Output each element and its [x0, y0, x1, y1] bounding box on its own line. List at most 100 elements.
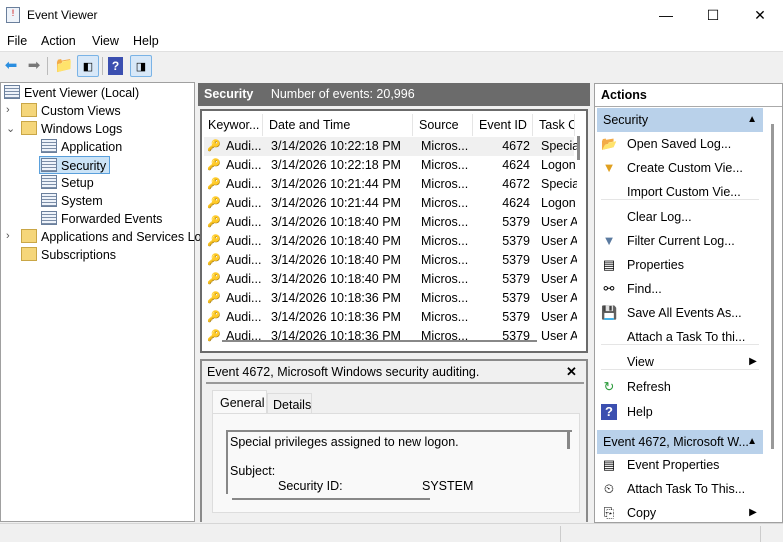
column-header-keywords[interactable]: Keywor...	[202, 114, 263, 136]
tree-item-windows-logs[interactable]: Windows Logs	[21, 120, 122, 138]
actions-header: Actions	[601, 88, 647, 102]
back-icon[interactable]: ⬅	[0, 55, 22, 77]
cell: 5379	[502, 253, 530, 267]
horizontal-scrollbar[interactable]	[222, 340, 537, 342]
cell: Micros...	[421, 139, 469, 153]
up-folder-icon[interactable]: 📁	[53, 55, 75, 77]
actions-pane: Actions Security ▲ Open Saved Log... 📂 Crea…	[594, 83, 783, 523]
vertical-scrollbar[interactable]	[577, 136, 580, 160]
collapse-icon[interactable]: ▲	[747, 430, 757, 454]
expand-chevron-icon[interactable]: ›	[6, 104, 10, 116]
action-item[interactable]: Clear Log...	[627, 207, 692, 227]
minimize-button[interactable]: —	[643, 0, 689, 30]
show-hide-actions-icon[interactable]: ◨	[130, 55, 152, 77]
forward-icon[interactable]: ➡	[23, 55, 45, 77]
tree-item-root[interactable]: Event Viewer (Local)	[4, 84, 139, 102]
cell: Audi...	[226, 215, 262, 229]
action-item[interactable]: Refresh	[627, 377, 671, 397]
action-item[interactable]: Create Custom Vie...	[627, 158, 743, 178]
cell: 3/14/2026 10:22:18 PM	[271, 139, 401, 153]
cell: Audi...	[226, 234, 262, 248]
menu-action[interactable]: Action	[41, 34, 76, 48]
tree-item-application[interactable]: Application	[41, 138, 122, 156]
table-row[interactable]: 🔑 Audi... 3/14/2026 10:22:18 PM Micros... 46…	[204, 156, 576, 175]
collapse-chevron-icon[interactable]: ⌄	[6, 122, 15, 135]
console-tree: Event Viewer (Local) Custom Views › Wind…	[0, 82, 202, 522]
collapse-icon[interactable]: ▲	[747, 108, 757, 132]
properties-icon: ▤	[602, 257, 616, 272]
cell: 5379	[502, 234, 530, 248]
tree-item-forwarded-events[interactable]: Forwarded Events	[41, 210, 162, 228]
detail-title: Event 4672, Microsoft Windows security a…	[207, 365, 480, 379]
cell: Micros...	[421, 215, 469, 229]
table-row[interactable]: 🔑 Audi... 3/14/2026 10:18:40 PM Micros... 53…	[204, 213, 577, 232]
title-bar: ! Event Viewer — ☐ ✕	[0, 0, 783, 30]
menu-help[interactable]: Help	[133, 34, 159, 48]
close-detail-icon[interactable]: ✕	[566, 364, 577, 380]
vertical-scrollbar[interactable]	[771, 124, 774, 449]
event-properties-icon: ▤	[602, 457, 616, 472]
tab-details[interactable]: Details	[267, 393, 312, 414]
table-row[interactable]: 🔑 Audi... 3/14/2026 10:18:36 PM Micros... 53…	[204, 289, 577, 308]
cell: Audi...	[226, 158, 262, 172]
action-item[interactable]: Attach Task To This...	[627, 479, 745, 499]
separator	[601, 199, 759, 200]
tree-item-custom-views[interactable]: Custom Views	[21, 102, 121, 120]
table-row[interactable]: 🔑 Audi... 3/14/2026 10:18:40 PM Micros... 53…	[204, 232, 577, 251]
table-row[interactable]: 🔑 Audi... 3/14/2026 10:18:40 PM Micros... 53…	[204, 251, 577, 270]
action-item[interactable]: Save All Events As...	[627, 303, 742, 323]
close-button[interactable]: ✕	[737, 0, 783, 30]
subject-label: Subject:	[230, 464, 276, 478]
toolbar-divider	[47, 57, 48, 75]
tab-general[interactable]: General	[212, 390, 267, 414]
cell: 5379	[502, 215, 530, 229]
action-item[interactable]: Filter Current Log...	[627, 231, 735, 251]
cell: Micros...	[421, 291, 469, 305]
section-event[interactable]: Event 4672, Microsoft W... ▲	[597, 430, 763, 454]
table-row[interactable]: 🔑 Audi... 3/14/2026 10:18:36 PM Micros... 53…	[204, 327, 577, 346]
column-header-event-id[interactable]: Event ID	[473, 114, 533, 136]
table-row[interactable]: 🔑 Audi... 3/14/2026 10:21:44 PM Micros... 46…	[204, 175, 577, 194]
horizontal-scrollbar[interactable]	[232, 498, 430, 500]
table-row[interactable]: 🔑 Audi... 3/14/2026 10:18:36 PM Micros... 53…	[204, 308, 577, 327]
audit-key-icon: 🔑	[207, 178, 221, 190]
menu-view[interactable]: View	[92, 34, 119, 48]
divider	[206, 382, 584, 384]
status-bar	[0, 523, 783, 542]
create-filter-icon: ▼	[602, 160, 616, 175]
section-security[interactable]: Security ▲	[597, 108, 763, 132]
column-header-date[interactable]: Date and Time	[263, 114, 413, 136]
column-header-source[interactable]: Source	[413, 114, 473, 136]
menu-file[interactable]: File	[7, 34, 27, 48]
cell: User A	[541, 215, 577, 229]
tree-item-subscriptions[interactable]: Subscriptions	[21, 246, 116, 264]
tree-item-system[interactable]: System	[41, 192, 103, 210]
help-icon[interactable]: ?	[108, 57, 123, 75]
maximize-button[interactable]: ☐	[690, 0, 736, 30]
table-row[interactable]: 🔑 Audi... 3/14/2026 10:21:44 PM Micros... 46…	[204, 194, 576, 213]
log-icon	[41, 139, 57, 153]
action-item[interactable]: Find...	[627, 279, 662, 299]
security-id-value: SYSTEM	[422, 479, 474, 493]
tree-label: Event Viewer (Local)	[24, 86, 140, 100]
cell: 3/14/2026 10:18:36 PM	[271, 329, 401, 343]
vertical-scrollbar[interactable]	[567, 432, 570, 449]
expand-chevron-icon[interactable]: ›	[6, 230, 10, 242]
action-item[interactable]: Event Properties	[627, 455, 719, 475]
table-row[interactable]: 🔑 Audi... 3/14/2026 10:18:40 PM Micros... 53…	[204, 270, 577, 289]
log-title: Security	[204, 87, 254, 101]
action-item[interactable]: Help	[627, 402, 653, 422]
table-row[interactable]: 🔑 Audi... 3/14/2026 10:22:18 PM Micros... 46…	[204, 137, 577, 156]
action-item[interactable]: Copy	[627, 503, 656, 523]
action-item[interactable]: Properties	[627, 255, 684, 275]
tree-item-apps-services[interactable]: Applications and Services Lo	[21, 228, 202, 246]
tree-item-setup[interactable]: Setup	[41, 174, 94, 192]
cell: 4672	[502, 139, 530, 153]
show-hide-tree-icon[interactable]: ◧	[77, 55, 99, 77]
filter-icon: ▼	[602, 233, 616, 248]
tree-item-security[interactable]: Security	[39, 156, 111, 174]
column-header-task-category[interactable]: Task C	[533, 114, 575, 136]
tree-label: Custom Views	[41, 104, 121, 118]
submenu-arrow-icon: ▶	[749, 356, 757, 367]
action-item[interactable]: Open Saved Log...	[627, 134, 731, 154]
